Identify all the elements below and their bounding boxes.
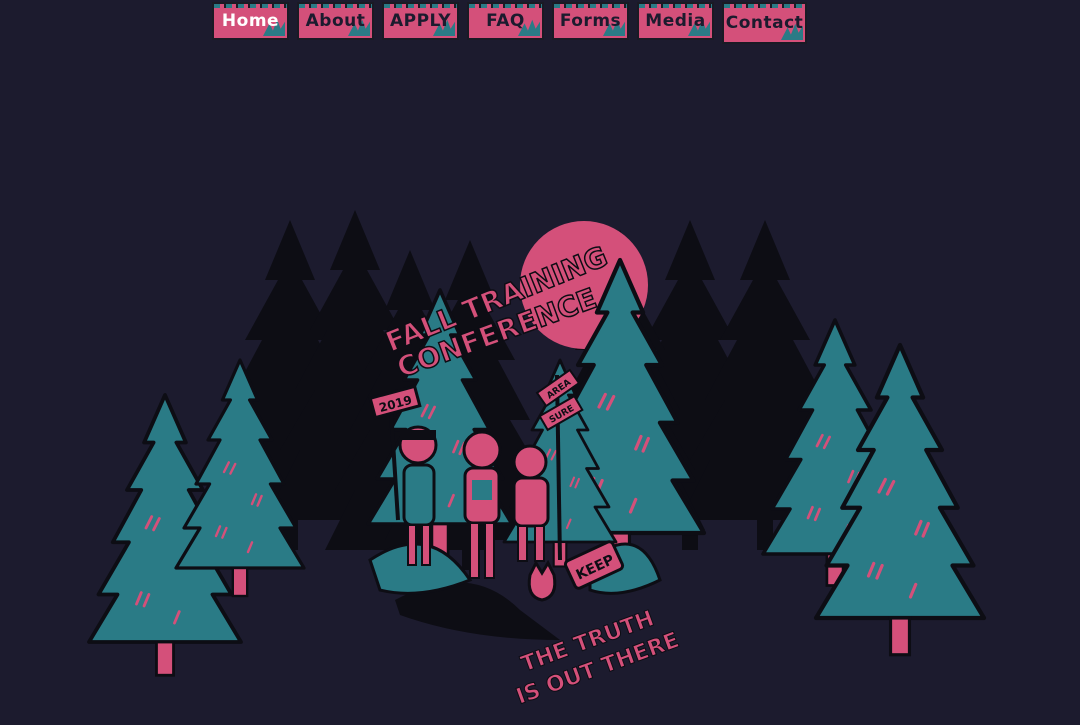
nav-apply-label: APPLY	[389, 11, 452, 31]
nav-faq-label: FAQ	[486, 11, 525, 31]
character-2-head	[462, 430, 502, 470]
nav-contact-label: Contact	[725, 13, 804, 33]
nav-media-label: Media	[645, 11, 706, 31]
nav-forms-label: Forms	[559, 11, 622, 31]
cat-icon	[527, 559, 557, 602]
tagline: THE TRUTH IS OUT THERE	[512, 606, 683, 711]
nav-home-label: Home	[221, 11, 280, 31]
nav-about-label: About	[305, 11, 366, 31]
hero-illustration: 2019 AREA SURE KEEP FALL TRAINING CONFER…	[87, 210, 1080, 711]
character-3-head	[512, 444, 548, 480]
